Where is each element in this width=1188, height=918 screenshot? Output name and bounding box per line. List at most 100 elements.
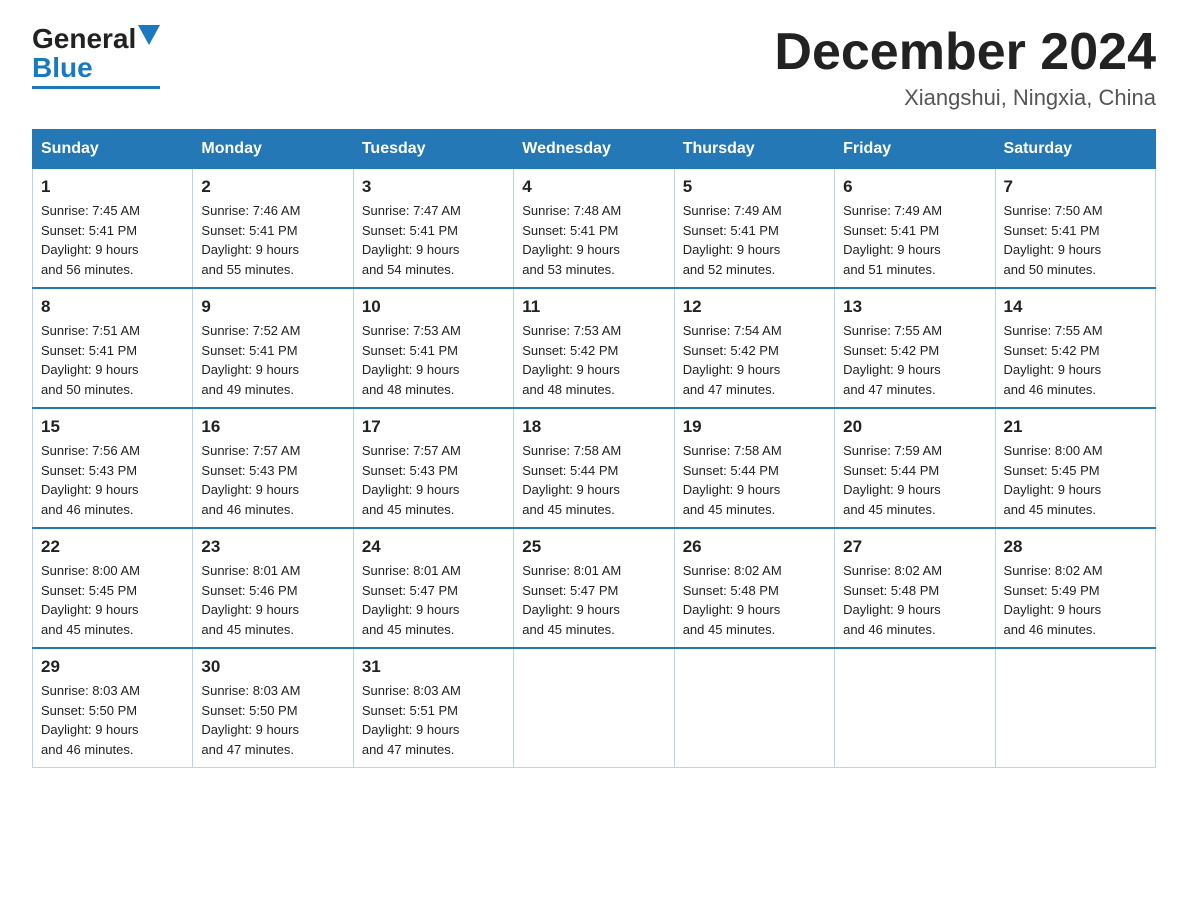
- day-info: Sunrise: 7:58 AM Sunset: 5:44 PM Dayligh…: [683, 441, 826, 519]
- day-info: Sunrise: 7:49 AM Sunset: 5:41 PM Dayligh…: [843, 201, 986, 279]
- day-info: Sunrise: 7:55 AM Sunset: 5:42 PM Dayligh…: [1004, 321, 1147, 399]
- day-cell: 14 Sunrise: 7:55 AM Sunset: 5:42 PM Dayl…: [995, 288, 1155, 408]
- day-info: Sunrise: 7:47 AM Sunset: 5:41 PM Dayligh…: [362, 201, 505, 279]
- day-number: 27: [843, 537, 986, 557]
- week-row-3: 15 Sunrise: 7:56 AM Sunset: 5:43 PM Dayl…: [33, 408, 1156, 528]
- day-number: 2: [201, 177, 344, 197]
- day-cell: 17 Sunrise: 7:57 AM Sunset: 5:43 PM Dayl…: [353, 408, 513, 528]
- header-friday: Friday: [835, 130, 995, 169]
- week-row-5: 29 Sunrise: 8:03 AM Sunset: 5:50 PM Dayl…: [33, 648, 1156, 768]
- day-number: 7: [1004, 177, 1147, 197]
- day-number: 21: [1004, 417, 1147, 437]
- day-info: Sunrise: 7:55 AM Sunset: 5:42 PM Dayligh…: [843, 321, 986, 399]
- day-info: Sunrise: 8:03 AM Sunset: 5:50 PM Dayligh…: [41, 681, 184, 759]
- day-info: Sunrise: 7:48 AM Sunset: 5:41 PM Dayligh…: [522, 201, 665, 279]
- logo-underline: [32, 86, 160, 89]
- header-saturday: Saturday: [995, 130, 1155, 169]
- header-tuesday: Tuesday: [353, 130, 513, 169]
- day-cell: 24 Sunrise: 8:01 AM Sunset: 5:47 PM Dayl…: [353, 528, 513, 648]
- day-number: 14: [1004, 297, 1147, 317]
- header-monday: Monday: [193, 130, 353, 169]
- week-row-4: 22 Sunrise: 8:00 AM Sunset: 5:45 PM Dayl…: [33, 528, 1156, 648]
- day-info: Sunrise: 7:52 AM Sunset: 5:41 PM Dayligh…: [201, 321, 344, 399]
- header-thursday: Thursday: [674, 130, 834, 169]
- day-info: Sunrise: 7:53 AM Sunset: 5:42 PM Dayligh…: [522, 321, 665, 399]
- day-cell: [995, 648, 1155, 768]
- day-number: 15: [41, 417, 184, 437]
- day-cell: 2 Sunrise: 7:46 AM Sunset: 5:41 PM Dayli…: [193, 169, 353, 289]
- day-number: 1: [41, 177, 184, 197]
- day-number: 17: [362, 417, 505, 437]
- day-number: 13: [843, 297, 986, 317]
- week-row-2: 8 Sunrise: 7:51 AM Sunset: 5:41 PM Dayli…: [33, 288, 1156, 408]
- day-cell: 20 Sunrise: 7:59 AM Sunset: 5:44 PM Dayl…: [835, 408, 995, 528]
- day-cell: 1 Sunrise: 7:45 AM Sunset: 5:41 PM Dayli…: [33, 169, 193, 289]
- day-info: Sunrise: 7:58 AM Sunset: 5:44 PM Dayligh…: [522, 441, 665, 519]
- header: General Blue December 2024 Xiangshui, Ni…: [32, 24, 1156, 111]
- day-cell: [674, 648, 834, 768]
- day-number: 16: [201, 417, 344, 437]
- location-title: Xiangshui, Ningxia, China: [774, 85, 1156, 111]
- day-cell: 6 Sunrise: 7:49 AM Sunset: 5:41 PM Dayli…: [835, 169, 995, 289]
- day-info: Sunrise: 8:03 AM Sunset: 5:51 PM Dayligh…: [362, 681, 505, 759]
- day-number: 26: [683, 537, 826, 557]
- day-number: 25: [522, 537, 665, 557]
- day-info: Sunrise: 7:53 AM Sunset: 5:41 PM Dayligh…: [362, 321, 505, 399]
- day-info: Sunrise: 7:57 AM Sunset: 5:43 PM Dayligh…: [201, 441, 344, 519]
- logo-blue: Blue: [32, 53, 93, 84]
- day-cell: 29 Sunrise: 8:03 AM Sunset: 5:50 PM Dayl…: [33, 648, 193, 768]
- day-cell: 11 Sunrise: 7:53 AM Sunset: 5:42 PM Dayl…: [514, 288, 674, 408]
- day-cell: 19 Sunrise: 7:58 AM Sunset: 5:44 PM Dayl…: [674, 408, 834, 528]
- day-number: 12: [683, 297, 826, 317]
- day-number: 10: [362, 297, 505, 317]
- day-info: Sunrise: 8:01 AM Sunset: 5:47 PM Dayligh…: [522, 561, 665, 639]
- day-number: 24: [362, 537, 505, 557]
- day-info: Sunrise: 8:00 AM Sunset: 5:45 PM Dayligh…: [41, 561, 184, 639]
- day-cell: 27 Sunrise: 8:02 AM Sunset: 5:48 PM Dayl…: [835, 528, 995, 648]
- day-info: Sunrise: 7:49 AM Sunset: 5:41 PM Dayligh…: [683, 201, 826, 279]
- header-sunday: Sunday: [33, 130, 193, 169]
- day-info: Sunrise: 8:00 AM Sunset: 5:45 PM Dayligh…: [1004, 441, 1147, 519]
- day-info: Sunrise: 7:50 AM Sunset: 5:41 PM Dayligh…: [1004, 201, 1147, 279]
- day-number: 23: [201, 537, 344, 557]
- day-number: 3: [362, 177, 505, 197]
- day-cell: 3 Sunrise: 7:47 AM Sunset: 5:41 PM Dayli…: [353, 169, 513, 289]
- day-info: Sunrise: 8:03 AM Sunset: 5:50 PM Dayligh…: [201, 681, 344, 759]
- day-number: 28: [1004, 537, 1147, 557]
- day-cell: 5 Sunrise: 7:49 AM Sunset: 5:41 PM Dayli…: [674, 169, 834, 289]
- day-info: Sunrise: 7:46 AM Sunset: 5:41 PM Dayligh…: [201, 201, 344, 279]
- calendar-table: Sunday Monday Tuesday Wednesday Thursday…: [32, 129, 1156, 768]
- month-title: December 2024: [774, 24, 1156, 81]
- day-cell: 18 Sunrise: 7:58 AM Sunset: 5:44 PM Dayl…: [514, 408, 674, 528]
- day-info: Sunrise: 8:02 AM Sunset: 5:48 PM Dayligh…: [843, 561, 986, 639]
- day-cell: 25 Sunrise: 8:01 AM Sunset: 5:47 PM Dayl…: [514, 528, 674, 648]
- day-info: Sunrise: 7:51 AM Sunset: 5:41 PM Dayligh…: [41, 321, 184, 399]
- day-number: 20: [843, 417, 986, 437]
- day-cell: 7 Sunrise: 7:50 AM Sunset: 5:41 PM Dayli…: [995, 169, 1155, 289]
- day-cell: 4 Sunrise: 7:48 AM Sunset: 5:41 PM Dayli…: [514, 169, 674, 289]
- weekday-header-row: Sunday Monday Tuesday Wednesday Thursday…: [33, 130, 1156, 169]
- day-cell: 31 Sunrise: 8:03 AM Sunset: 5:51 PM Dayl…: [353, 648, 513, 768]
- day-info: Sunrise: 7:54 AM Sunset: 5:42 PM Dayligh…: [683, 321, 826, 399]
- day-cell: 26 Sunrise: 8:02 AM Sunset: 5:48 PM Dayl…: [674, 528, 834, 648]
- logo: General Blue: [32, 24, 160, 89]
- day-cell: 16 Sunrise: 7:57 AM Sunset: 5:43 PM Dayl…: [193, 408, 353, 528]
- day-cell: 22 Sunrise: 8:00 AM Sunset: 5:45 PM Dayl…: [33, 528, 193, 648]
- day-cell: [514, 648, 674, 768]
- day-number: 4: [522, 177, 665, 197]
- header-wednesday: Wednesday: [514, 130, 674, 169]
- day-cell: 12 Sunrise: 7:54 AM Sunset: 5:42 PM Dayl…: [674, 288, 834, 408]
- day-number: 19: [683, 417, 826, 437]
- day-info: Sunrise: 8:02 AM Sunset: 5:49 PM Dayligh…: [1004, 561, 1147, 639]
- day-number: 5: [683, 177, 826, 197]
- day-number: 30: [201, 657, 344, 677]
- day-cell: 15 Sunrise: 7:56 AM Sunset: 5:43 PM Dayl…: [33, 408, 193, 528]
- week-row-1: 1 Sunrise: 7:45 AM Sunset: 5:41 PM Dayli…: [33, 169, 1156, 289]
- day-number: 18: [522, 417, 665, 437]
- day-info: Sunrise: 8:02 AM Sunset: 5:48 PM Dayligh…: [683, 561, 826, 639]
- logo-general: General: [32, 24, 136, 55]
- day-number: 6: [843, 177, 986, 197]
- day-cell: 23 Sunrise: 8:01 AM Sunset: 5:46 PM Dayl…: [193, 528, 353, 648]
- day-number: 11: [522, 297, 665, 317]
- logo-triangle-icon: [138, 25, 160, 45]
